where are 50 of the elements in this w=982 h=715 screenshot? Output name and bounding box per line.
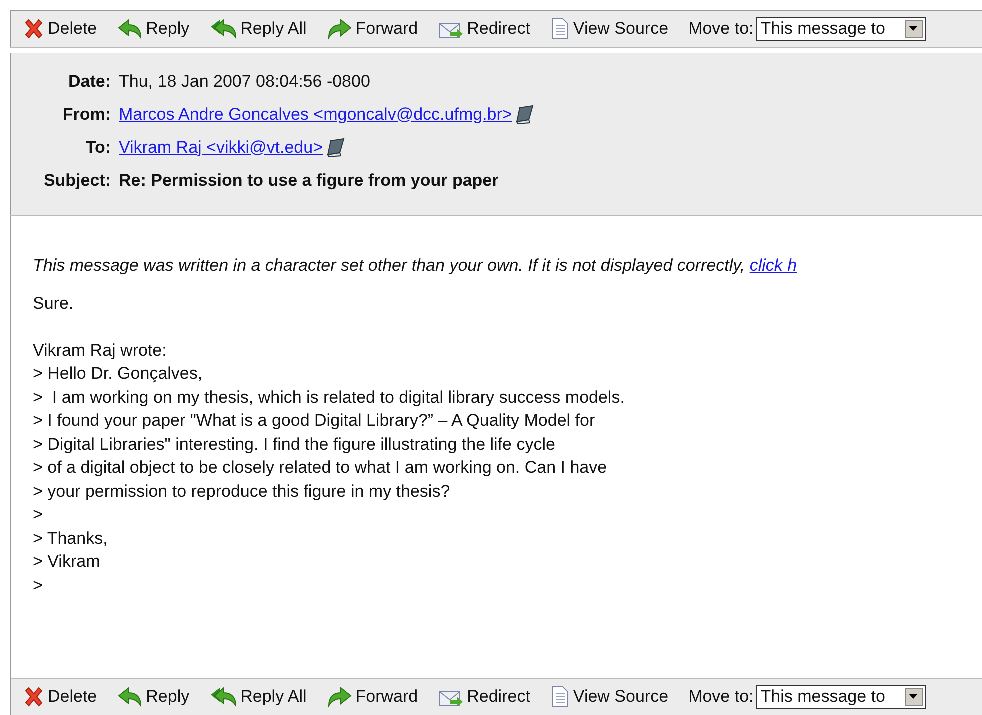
message-line: Vikram Raj wrote:	[33, 340, 168, 362]
toolbar-button[interactable]: Delete	[23, 18, 98, 40]
message-line: > I found your paper "What is a good Digital Library?” – A Quality Model for	[33, 410, 596, 432]
header-label: Date:	[67, 72, 112, 92]
toolbar-button[interactable]: View Source	[550, 18, 669, 40]
message-line: >	[33, 504, 44, 526]
message-line: > of a digital object to be closely related to what I am working on. Can I have	[33, 457, 608, 479]
message-line: Sure.	[33, 293, 75, 315]
click-here-link[interactable]: click h	[750, 256, 798, 275]
reply-all-arrows-icon	[210, 686, 238, 708]
message-line: > I am working on my thesis, which is related to digital library success models.	[33, 386, 626, 408]
toolbar-button[interactable]: Reply All	[210, 18, 307, 40]
toolbar-button[interactable]: View Source	[550, 686, 669, 708]
message-line: > Vikram	[33, 551, 102, 573]
toolbar-button[interactable]: Reply All	[210, 686, 307, 708]
document-icon	[550, 686, 570, 708]
header-label: To:	[84, 138, 112, 158]
message-line: > Thanks,	[33, 528, 109, 550]
move-to-label: Move to:	[688, 687, 754, 707]
toolbar-button[interactable]: Forward	[326, 686, 418, 708]
move-to-dropdown[interactable]: This message to	[756, 685, 926, 709]
message-line: >	[33, 574, 44, 596]
message-line: > your permission to reproduce this figure in my thesis?	[33, 480, 452, 502]
toolbar-button[interactable]: Reply	[117, 686, 190, 708]
message-line: > Digital Libraries" interesting. I find the figure illustrating the life cycle	[33, 434, 556, 456]
reply-all-arrows-icon	[210, 18, 238, 40]
charset-notice: This message was written in a character set other than your own. If it is not displayed correctly, click h	[33, 256, 798, 276]
move-to-dropdown[interactable]: This message to	[756, 17, 926, 41]
header-label: From:	[62, 104, 112, 124]
message-line: > Hello Dr. Gonçalves,	[33, 363, 204, 385]
forward-arrow-icon	[326, 686, 353, 708]
header-label: Subject:	[42, 170, 112, 190]
document-icon	[550, 18, 570, 40]
toolbar-button[interactable]: Delete	[23, 686, 98, 708]
address-link[interactable]: Marcos Andre Goncalves <mgoncalv@dcc.ufmg.br>	[119, 104, 512, 124]
address-book-icon[interactable]	[325, 138, 348, 158]
delete-x-icon	[23, 686, 45, 708]
address-book-icon[interactable]	[514, 104, 536, 124]
reply-arrow-icon	[117, 686, 144, 708]
header-value: Thu, 18 Jan 2007 08:04:56 -0800	[119, 72, 370, 92]
toolbar-button[interactable]: Reply	[117, 18, 190, 40]
delete-x-icon	[23, 18, 45, 40]
toolbar-button[interactable]: Redirect	[438, 18, 530, 40]
reply-arrow-icon	[117, 18, 144, 40]
move-to-label: Move to:	[688, 19, 754, 39]
toolbar-button[interactable]: Forward	[326, 18, 418, 40]
header-value: Re: Permission to use a figure from your paper	[119, 170, 499, 190]
toolbar-button[interactable]: Redirect	[438, 686, 530, 708]
forward-arrow-icon	[326, 18, 353, 40]
address-link[interactable]: Vikram Raj <vikki@vt.edu>	[119, 138, 324, 158]
